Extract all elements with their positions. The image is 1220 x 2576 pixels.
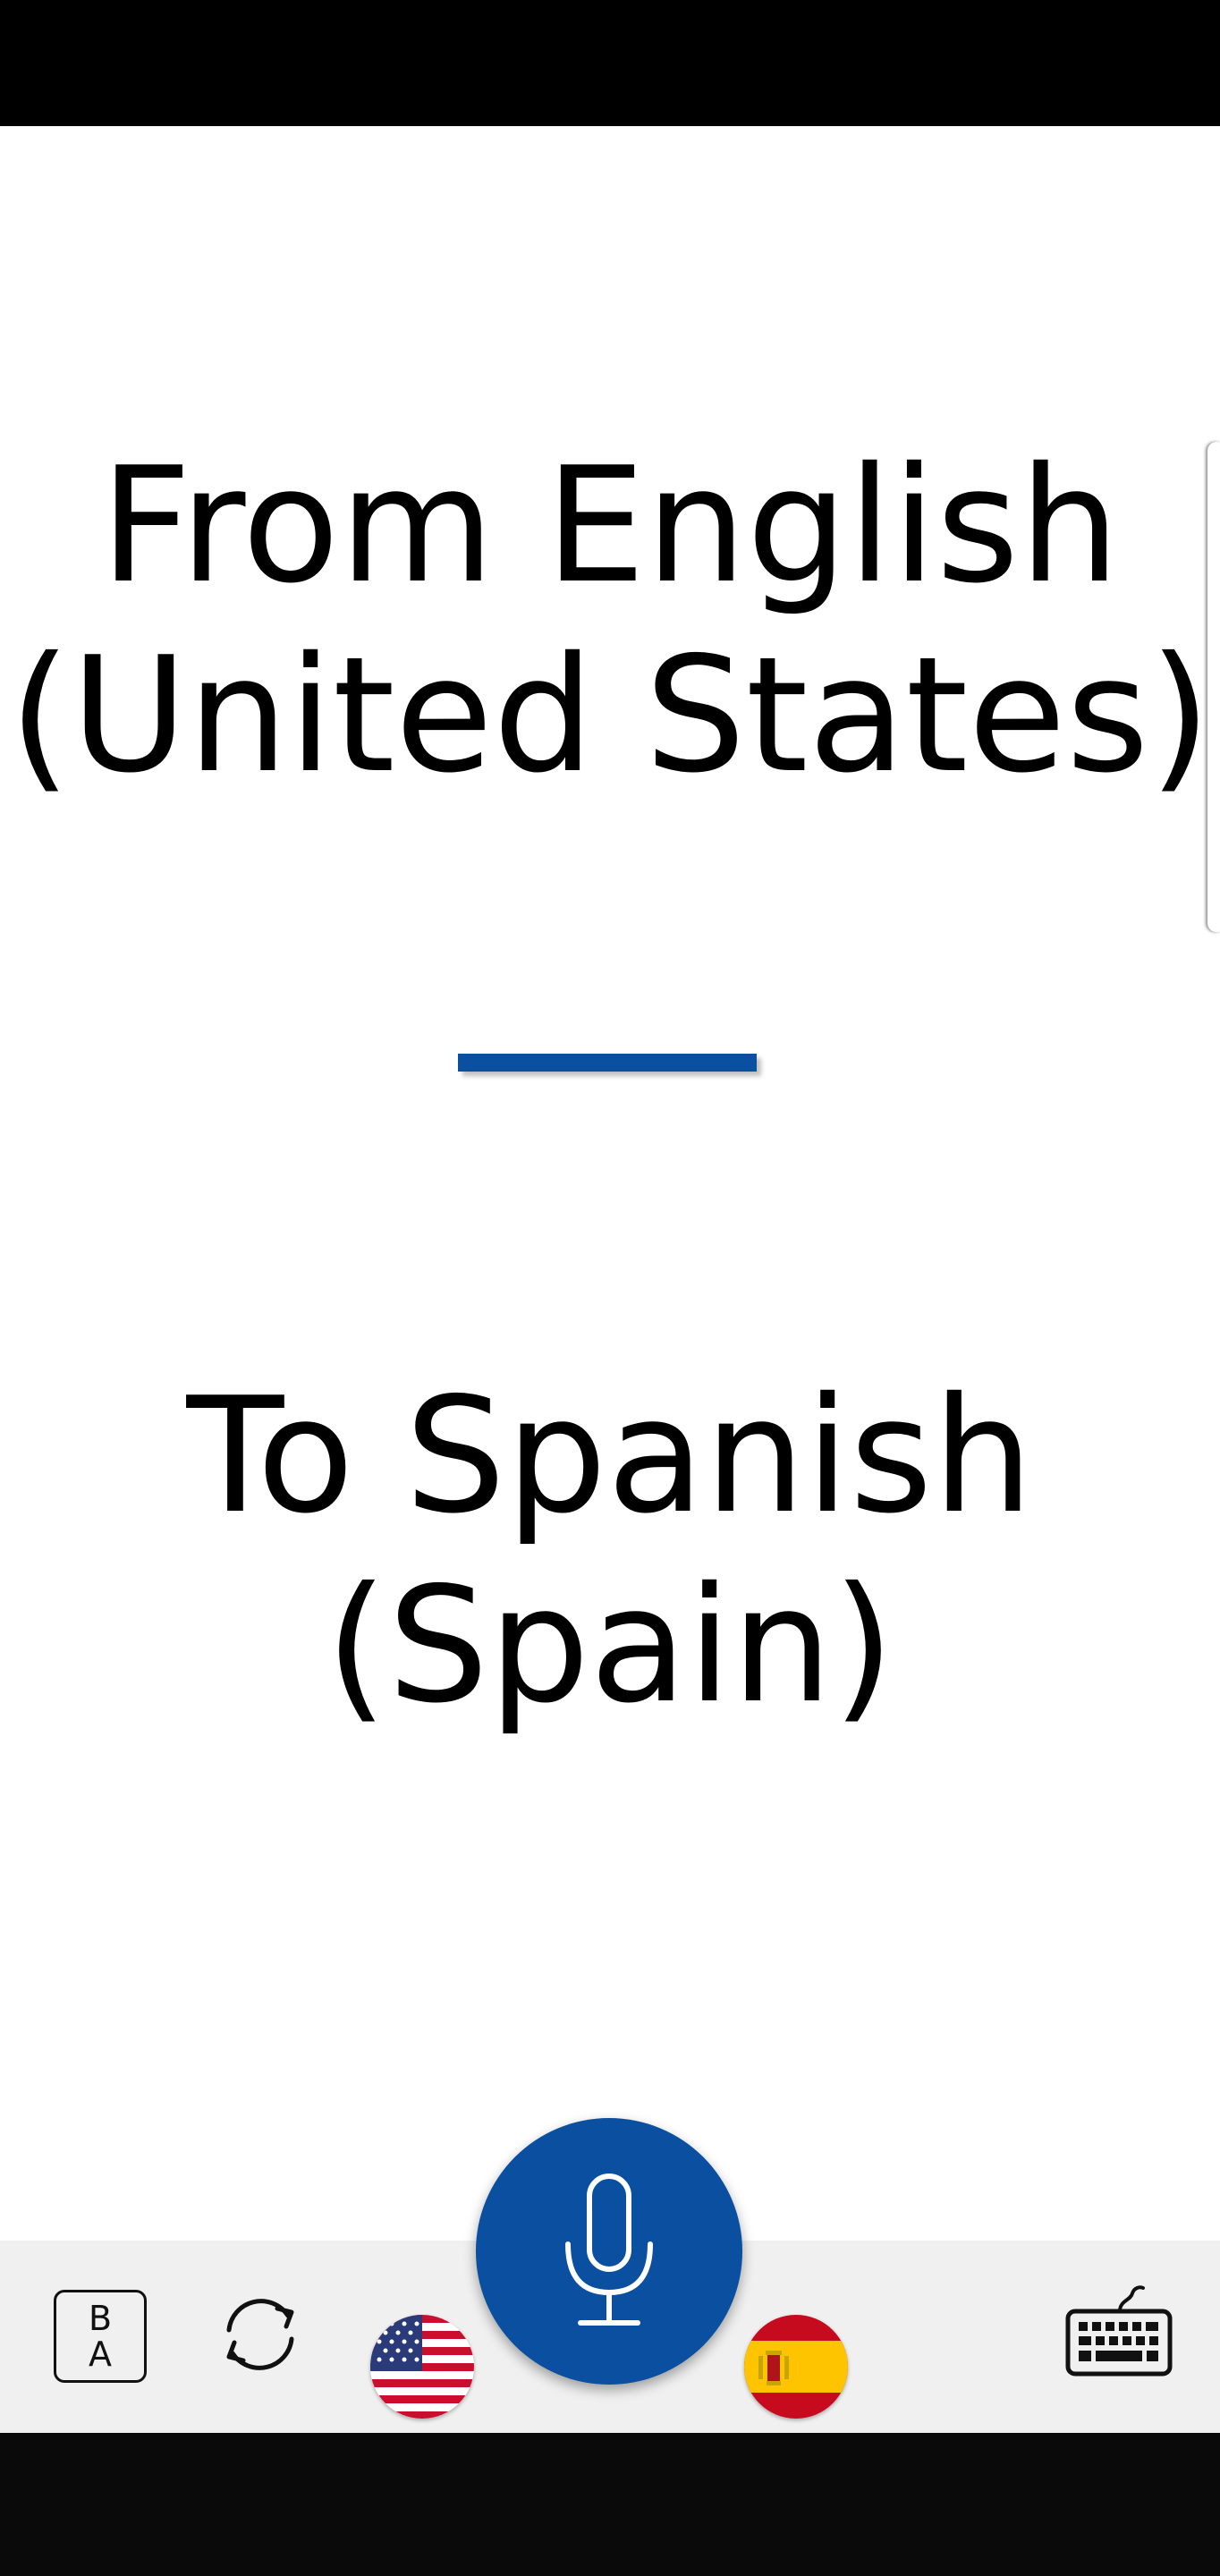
text-direction-top-letter: B — [88, 2299, 113, 2338]
swap-languages-icon — [226, 2299, 294, 2370]
target-language-label: To Spanish (Spain) — [186, 1363, 1034, 1738]
source-language-label: From English (United States) — [8, 433, 1212, 808]
keyboard-icon — [1065, 2285, 1173, 2377]
microphone-button[interactable] — [476, 2118, 742, 2385]
text-direction-bottom-letter: A — [89, 2334, 112, 2374]
scroll-handle[interactable] — [1207, 442, 1220, 932]
keyboard-button[interactable] — [1064, 2281, 1173, 2379]
navigation-bar — [0, 2433, 1220, 2576]
language-divider — [458, 1054, 757, 1072]
text-direction-button[interactable]: B A — [54, 2290, 147, 2383]
swap-languages-button[interactable] — [211, 2285, 309, 2384]
target-language-flag[interactable] — [744, 2315, 848, 2419]
spain-flag-icon — [744, 2315, 848, 2419]
source-language-flag[interactable] — [370, 2315, 474, 2419]
status-bar — [0, 0, 1220, 126]
us-flag-icon — [370, 2315, 474, 2419]
microphone-icon — [565, 2174, 653, 2326]
